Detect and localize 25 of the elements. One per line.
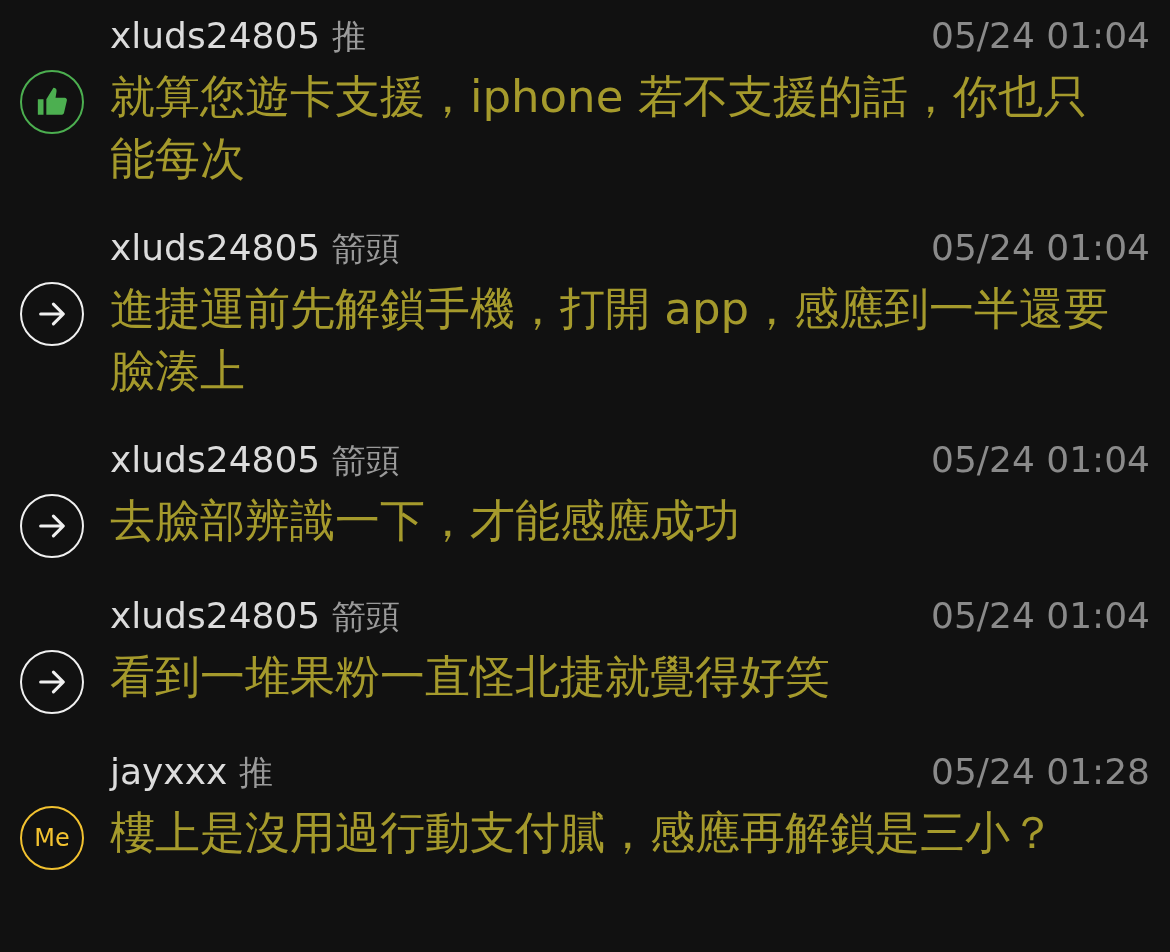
thumbs-up-icon — [20, 70, 84, 134]
username: xluds24805 — [110, 595, 321, 636]
comment-tag: 箭頭 — [332, 438, 401, 484]
timestamp: 05/24 01:04 — [931, 595, 1150, 636]
me-badge: Me — [20, 806, 84, 870]
arrow-right-icon — [20, 650, 84, 714]
comment-tag: 箭頭 — [332, 594, 401, 640]
arrow-right-icon — [20, 494, 84, 558]
comment-tag: 箭頭 — [332, 226, 401, 272]
username: xluds24805 — [110, 227, 321, 268]
username: jayxxx — [110, 751, 228, 792]
username: xluds24805 — [110, 15, 321, 56]
comment-text: 去臉部辨識一下，才能感應成功 — [110, 493, 741, 549]
username: xluds24805 — [110, 439, 321, 480]
arrow-right-icon — [20, 282, 84, 346]
comment-tag: 推 — [332, 14, 367, 60]
comment-text: 樓上是沒用過行動支付膩，感應再解鎖是三小？ — [110, 805, 1056, 861]
timestamp: 05/24 01:04 — [931, 439, 1150, 480]
timestamp: 05/24 01:04 — [931, 15, 1150, 56]
comment-text: 就算您遊卡支援，iphone 若不支援的話，你也只能每次 — [110, 69, 1089, 187]
timestamp: 05/24 01:04 — [931, 227, 1150, 268]
timestamp: 05/24 01:28 — [931, 751, 1150, 792]
comment-text: 看到一堆果粉一直怪北捷就覺得好笑 — [110, 649, 831, 705]
comment-tag: 推 — [239, 750, 274, 796]
comment-text: 進捷運前先解鎖手機，打開 app，感應到一半還要臉湊上 — [110, 281, 1110, 399]
